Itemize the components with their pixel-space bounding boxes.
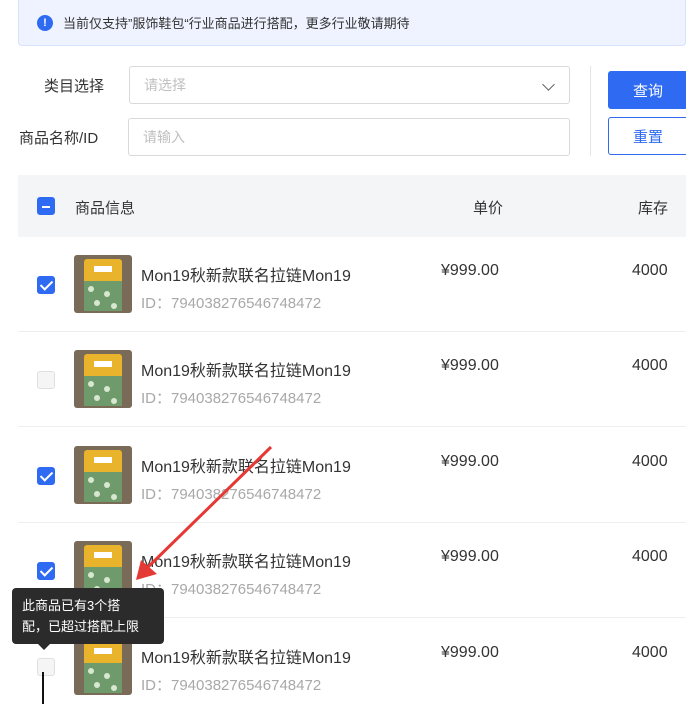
table-header: 商品信息 单价 库存 [18,175,686,237]
row-checkbox[interactable] [37,467,55,485]
row-checkbox[interactable] [37,371,55,389]
product-id: ID：794038276546748472 [141,390,322,407]
product-thumbnail [74,255,132,313]
reset-button[interactable]: 重置 [608,117,686,155]
select-all-checkbox[interactable] [37,197,55,215]
info-icon: ! [37,14,53,31]
product-stock: 4000 [632,453,668,470]
product-price: ¥999.00 [441,548,499,565]
product-thumbnail [74,446,132,504]
header-price: 单价 [473,200,504,217]
product-thumbnail [74,350,132,408]
notice-text: 当前仅支持”服饰鞋包“行业商品进行搭配，更多行业敬请期待 [63,16,410,31]
cursor-indicator [42,672,44,704]
product-price: ¥999.00 [441,644,499,661]
tooltip-line-1: 此商品已有3个搭 [22,598,121,613]
category-placeholder: 请选择 [144,77,186,93]
table-row[interactable]: Mon19秋新款联名拉链Mon19 ID：794038276546748472 … [18,428,686,523]
query-button[interactable]: 查询 [608,71,686,109]
row-checkbox[interactable] [37,562,55,580]
header-stock: 库存 [638,200,669,217]
product-price: ¥999.00 [441,357,499,374]
product-id: ID：794038276546748472 [141,677,322,694]
table-row[interactable]: Mon19秋新款联名拉链Mon19 ID：794038276546748472 … [18,332,686,427]
product-name: Mon19秋新款联名拉链Mon19 [141,554,351,571]
product-thumbnail [74,637,132,695]
product-id: ID：794038276546748472 [141,486,322,503]
product-stock: 4000 [632,262,668,279]
header-product: 商品信息 [75,200,136,217]
product-name: Mon19秋新款联名拉链Mon19 [141,268,351,285]
product-id: ID：794038276546748472 [141,295,322,312]
product-stock: 4000 [632,357,668,374]
product-price: ¥999.00 [441,262,499,279]
chevron-down-icon [542,78,555,91]
product-name-placeholder: 请输入 [143,129,185,145]
tooltip-line-2: 配，已超过搭配上限 [22,619,140,634]
product-stock: 4000 [632,644,668,661]
product-name-label: 商品名称/ID [19,130,99,147]
tooltip-caret [38,644,50,650]
notice-bar: ! 当前仅支持”服饰鞋包“行业商品进行搭配，更多行业敬请期待 [18,0,686,46]
product-name: Mon19秋新款联名拉链Mon19 [141,459,351,476]
product-id: ID：794038276546748472 [141,581,322,598]
row-checkbox[interactable] [37,276,55,294]
category-label: 类目选择 [44,78,105,95]
limit-tooltip: 此商品已有3个搭 配，已超过搭配上限 [12,588,164,644]
product-price: ¥999.00 [441,453,499,470]
product-name: Mon19秋新款联名拉链Mon19 [141,650,351,667]
form-divider [590,66,591,156]
product-name-input[interactable]: 请输入 [128,118,570,156]
product-name: Mon19秋新款联名拉链Mon19 [141,363,351,380]
category-select[interactable]: 请选择 [129,66,570,104]
table-row[interactable]: Mon19秋新款联名拉链Mon19 ID：794038276546748472 … [18,237,686,332]
product-stock: 4000 [632,548,668,565]
row-checkbox[interactable] [37,658,55,676]
